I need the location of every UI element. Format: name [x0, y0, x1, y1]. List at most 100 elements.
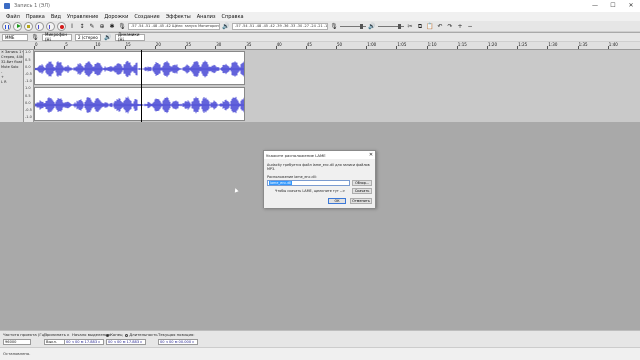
output-device-select[interactable]: Динамики (Hi	[115, 32, 145, 42]
length-radio-label: Длительность	[129, 332, 158, 337]
menu-help[interactable]: Справка	[219, 14, 247, 20]
pause-button[interactable]	[2, 21, 11, 31]
ruler-tick-label: 0	[35, 42, 38, 47]
dialog-titlebar: Укажите расположение LAME ✕	[264, 151, 375, 159]
undo-icon[interactable]: ↶	[436, 22, 444, 31]
menu-file[interactable]: Файл	[3, 14, 23, 20]
audio-position-label: Текущая позиция:	[158, 332, 195, 337]
audio-host-value: MME	[5, 34, 15, 40]
waveform-left-channel[interactable]	[34, 51, 245, 85]
window-title: Запись 1 (ЭЛ)	[14, 3, 50, 9]
ruler-tick-mark	[456, 46, 458, 49]
ok-button[interactable]: ОК	[328, 198, 346, 204]
audacity-app-icon	[4, 3, 10, 9]
playback-meter[interactable]: -57 -54 -51 -48 -45 -42 -39 -36 -33 -30 …	[232, 22, 328, 30]
menu-view[interactable]: Вид	[48, 14, 64, 20]
ruler-tick-label: 1:10	[427, 42, 437, 47]
ruler-tick-mark	[487, 46, 488, 49]
skip-start-button[interactable]	[35, 21, 44, 31]
ruler-tick-label: 30	[216, 42, 222, 47]
ruler-tick-label: 50	[337, 42, 343, 47]
paste-icon[interactable]: 📋	[426, 22, 434, 31]
draw-tool-icon[interactable]: ✎	[88, 22, 96, 31]
selection-end-field[interactable]: 00 ч 00 м 17.883 с	[106, 339, 146, 345]
location-row: lame_enc.dll Обзор...	[267, 180, 372, 186]
zoom-in-icon[interactable]: +	[456, 22, 464, 31]
envelope-tool-icon[interactable]: ↕	[78, 22, 86, 31]
mic-volume-icon: 🎙	[330, 22, 338, 30]
length-radio-dot[interactable]	[125, 333, 128, 337]
download-hint: Чтобы скачать LAME, щелкните тут -->	[275, 189, 346, 193]
cut-icon[interactable]: ✂	[406, 22, 414, 31]
ruler-tick-mark	[366, 46, 368, 49]
ruler-tick-mark	[396, 46, 398, 49]
skip-end-button[interactable]	[46, 21, 55, 31]
redo-icon[interactable]: ↷	[446, 22, 454, 31]
scale-label: -0.5	[25, 108, 32, 112]
ruler-tick-label: 1:25	[518, 42, 528, 47]
maximize-button[interactable]: ☐	[604, 0, 622, 12]
menu-edit[interactable]: Правка	[23, 14, 48, 20]
timeline-ruler[interactable]: 0 5 10 15 20 25 30 35 40 45 50 1:00 1:05 1:10 1:15 1:20…	[0, 42, 640, 50]
record-volume-slider[interactable]	[340, 23, 366, 30]
waveform-left	[35, 60, 244, 78]
zoom-tool-icon[interactable]: ⊕	[98, 22, 106, 31]
end-radio-dot[interactable]	[106, 333, 109, 337]
record-button[interactable]	[57, 21, 66, 31]
record-meter[interactable]: -57 -54 -51 -48 -45 -42 Щёлк: запуск Мон…	[128, 22, 220, 30]
menu-effect[interactable]: Эффекты	[163, 14, 194, 20]
track-control-panel[interactable]: ✕ Запись 1 ▾ Стерео, 44kHz 32-бит float …	[0, 50, 24, 122]
waveform-right-channel[interactable]	[34, 87, 245, 121]
project-rate-select[interactable]: 96000	[3, 339, 31, 345]
ruler-tick-label: 15	[125, 42, 131, 47]
input-mic-icon: 🎙	[31, 33, 39, 41]
ruler-tick-mark	[215, 46, 217, 49]
cancel-button[interactable]: Отменить	[350, 198, 372, 204]
stop-button[interactable]	[24, 21, 33, 31]
audio-host-select[interactable]: MME	[2, 33, 28, 41]
ruler-tick-label: 1:05	[397, 42, 407, 47]
locate-lame-dialog: Укажите расположение LAME ✕ Audacity тре…	[263, 150, 376, 208]
input-device-select[interactable]: Микрофон (Hi	[42, 32, 72, 42]
ruler-tick-mark	[577, 46, 579, 49]
copy-icon[interactable]: ⧉	[416, 22, 424, 31]
dialog-close-button[interactable]: ✕	[367, 152, 375, 158]
project-rate-label: Частота проекта (Гц):	[3, 332, 48, 337]
end-radio[interactable]: Конец	[106, 332, 123, 337]
menu-tracks[interactable]: Дорожки	[101, 14, 131, 20]
location-input[interactable]: lame_enc.dll	[267, 180, 351, 186]
audio-position-field[interactable]: 00 ч 00 м 00.000 с	[158, 339, 198, 345]
playback-volume-slider[interactable]	[378, 23, 404, 30]
ruler-tick-mark	[547, 46, 549, 49]
ruler-tick-label: 1:30	[548, 42, 558, 47]
menu-generate[interactable]: Создание	[131, 14, 162, 20]
minimize-button[interactable]: —	[586, 0, 604, 12]
zoom-out-icon[interactable]: −	[466, 22, 474, 31]
multi-tool-icon[interactable]: ✱	[108, 22, 116, 31]
ruler-tick-label: 1:00	[367, 42, 377, 47]
ruler-tick-label: 1:15	[457, 42, 467, 47]
scale-label: -0.5	[25, 72, 32, 76]
ruler-tick-mark	[245, 46, 247, 49]
empty-track-area[interactable]	[245, 50, 640, 122]
selection-tool-icon[interactable]: I	[68, 22, 76, 31]
channels-value: 2 (стерео	[78, 34, 98, 40]
channels-select[interactable]: 2 (стерео	[75, 33, 101, 41]
dialog-footer: ОК Отменить	[267, 198, 372, 204]
slider-knob[interactable]	[398, 23, 401, 29]
ruler-tick-mark	[426, 46, 428, 49]
end-radio-label: Конец	[110, 332, 123, 337]
menu-transport[interactable]: Управление	[64, 14, 101, 20]
length-radio[interactable]: Длительность	[125, 332, 158, 337]
browse-button[interactable]: Обзор...	[352, 180, 372, 186]
selection-start-field[interactable]: 00 ч 00 м 17.883 с	[64, 339, 104, 345]
download-button[interactable]: Скачать	[352, 188, 372, 194]
menu-analyze[interactable]: Анализ	[194, 14, 219, 20]
play-button[interactable]	[13, 21, 22, 31]
ruler-tick-label: 35	[246, 42, 252, 47]
ruler-tick-label: 20	[155, 42, 161, 47]
selection-toolbar: Частота проекта (Гц): 96000 Прилипать к …	[0, 330, 640, 347]
slider-knob[interactable]	[360, 23, 363, 29]
close-window-button[interactable]: ✕	[622, 0, 640, 12]
window-controls: — ☐ ✕	[586, 0, 640, 12]
